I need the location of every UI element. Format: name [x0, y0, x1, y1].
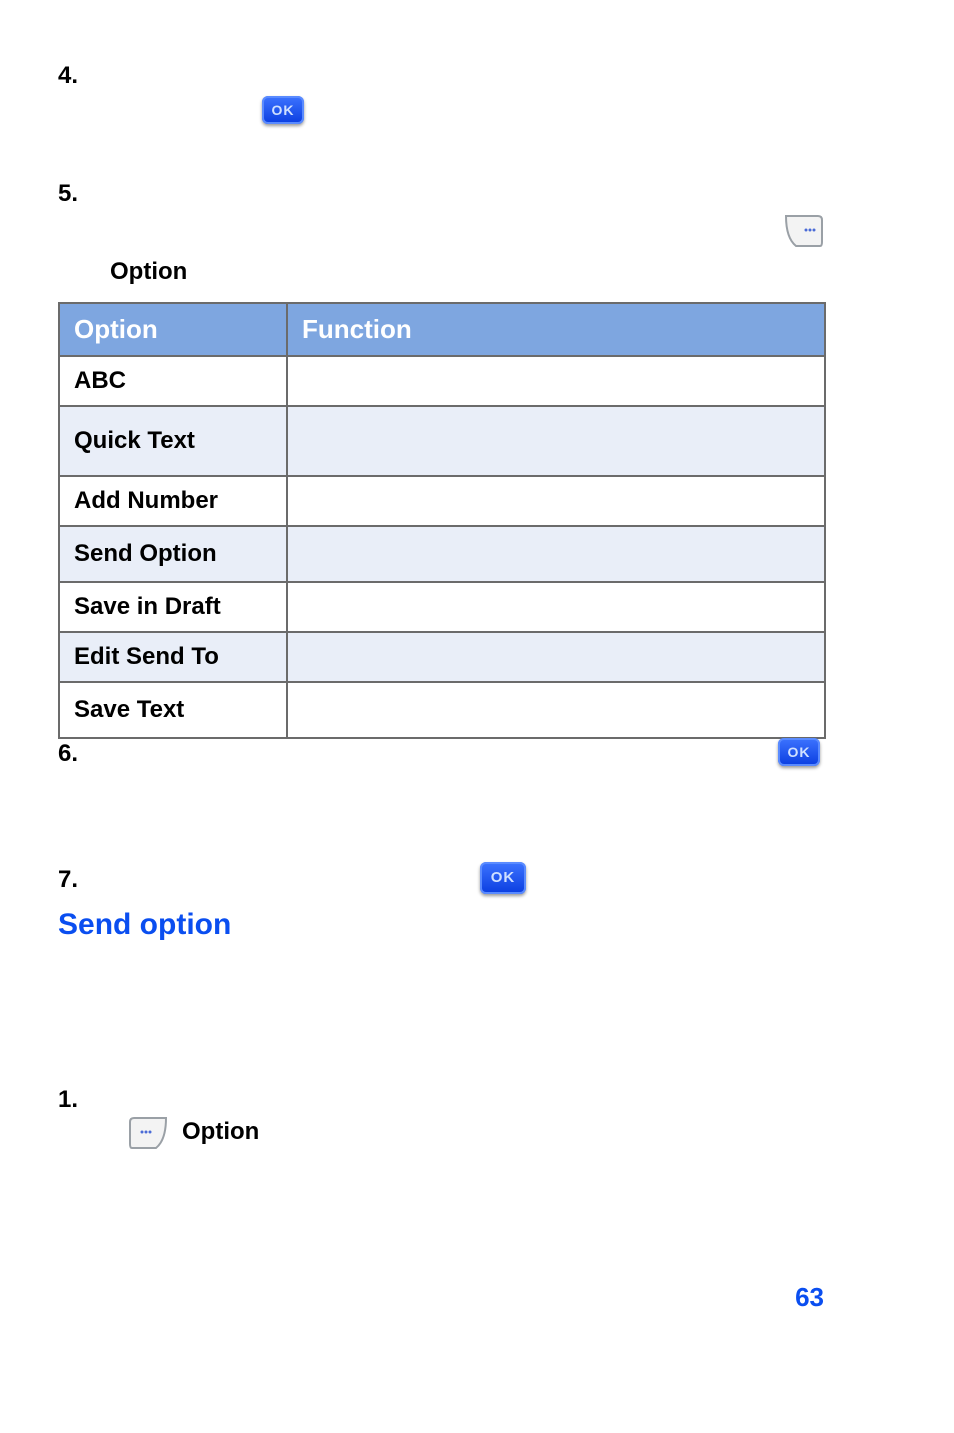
table-cell-function	[287, 476, 825, 526]
step-6-number: 6.	[58, 740, 78, 768]
page-number: 63	[795, 1282, 824, 1313]
options-table: Option Function ABC Quick Text Add Numbe…	[58, 302, 826, 739]
ok-icon: OK	[480, 862, 526, 894]
table-row: Save Text	[59, 682, 825, 738]
table-cell-function	[287, 356, 825, 406]
table-cell-function	[287, 526, 825, 582]
step-4-number: 4.	[58, 62, 78, 90]
section-heading-send-option: Send option	[58, 908, 231, 942]
table-header-option: Option	[59, 303, 287, 356]
table-row: Quick Text	[59, 406, 825, 476]
table-cell-option: Quick Text	[59, 406, 287, 476]
table-cell-function	[287, 632, 825, 682]
table-cell-function	[287, 582, 825, 632]
table-cell-option: Edit Send To	[59, 632, 287, 682]
table-cell-option: Save Text	[59, 682, 287, 738]
table-cell-option: Save in Draft	[59, 582, 287, 632]
step-5-number: 5.	[58, 180, 78, 208]
table-row: ABC	[59, 356, 825, 406]
softkey-right-icon	[782, 212, 824, 248]
softkey-left-icon	[128, 1114, 170, 1150]
ok-icon: OK	[778, 738, 820, 766]
table-cell-function	[287, 682, 825, 738]
page: 4. OK 5. Option Option Function ABC Quic…	[0, 0, 954, 1433]
ok-icon: OK	[262, 96, 304, 124]
table-cell-option: ABC	[59, 356, 287, 406]
option-label-above-table: Option	[110, 258, 187, 286]
table-header-function: Function	[287, 303, 825, 356]
table-row: Save in Draft	[59, 582, 825, 632]
step-7-number: 7.	[58, 866, 78, 894]
table-cell-option: Add Number	[59, 476, 287, 526]
table-row: Edit Send To	[59, 632, 825, 682]
table-row: Add Number	[59, 476, 825, 526]
table-row: Send Option	[59, 526, 825, 582]
table-cell-function	[287, 406, 825, 476]
table-cell-option: Send Option	[59, 526, 287, 582]
option-label-step1: Option	[182, 1118, 259, 1146]
step-1-number: 1.	[58, 1086, 78, 1114]
